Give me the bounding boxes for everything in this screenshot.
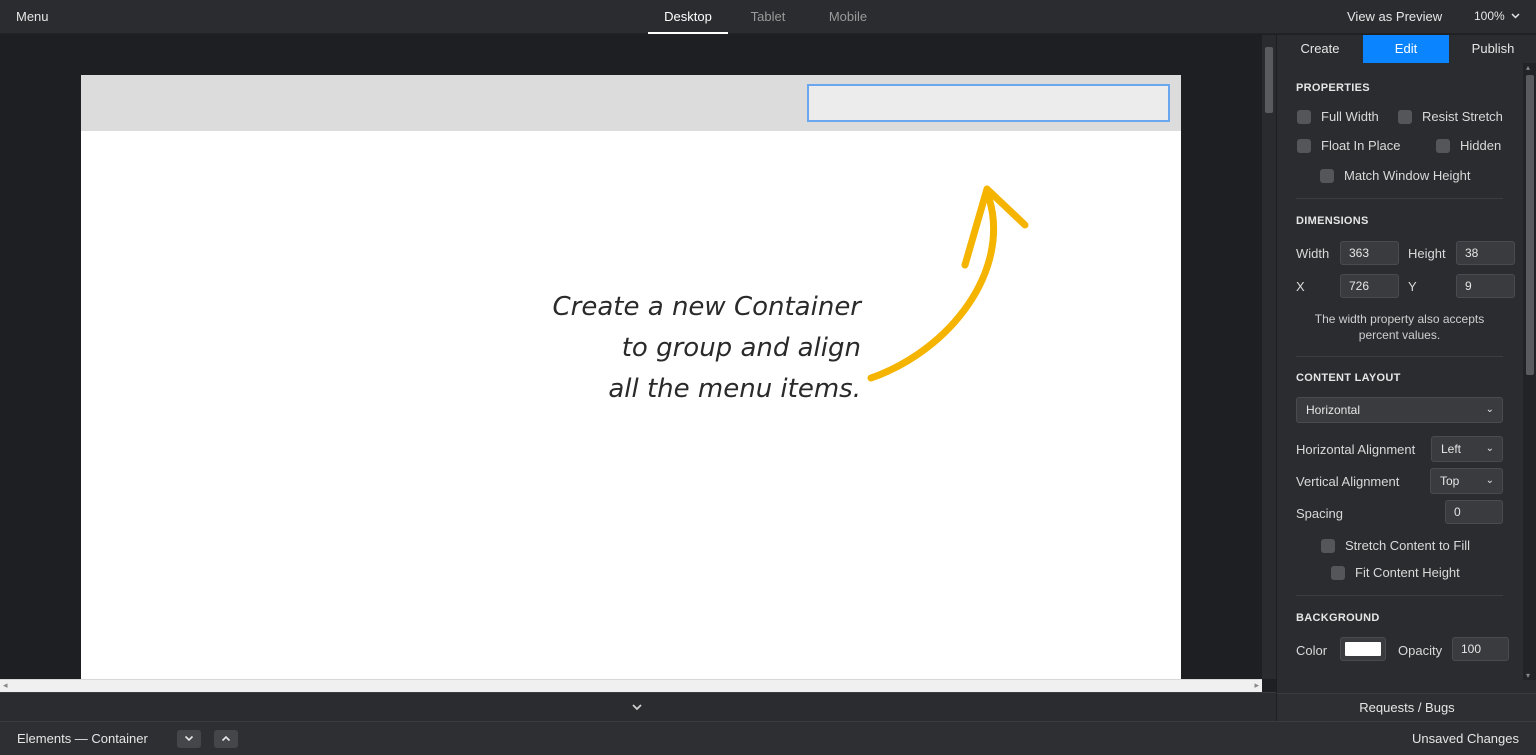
- fit-content-height-label: Fit Content Height: [1355, 565, 1460, 580]
- design-canvas[interactable]: Create a new Container to group and alig…: [0, 35, 1262, 679]
- background-title: BACKGROUND: [1296, 612, 1380, 624]
- horizontal-alignment-select[interactable]: Left ⌄: [1431, 436, 1503, 462]
- opacity-label: Opacity: [1398, 643, 1443, 658]
- chevron-down-icon: [184, 735, 194, 742]
- tab-desktop[interactable]: Desktop: [648, 0, 728, 34]
- vertical-alignment-value: Top: [1440, 474, 1460, 488]
- float-in-place-checkbox[interactable]: Float In Place: [1297, 138, 1401, 153]
- scroll-up-icon[interactable]: ▴: [1526, 63, 1530, 72]
- width-note: The width property also accepts percent …: [1314, 312, 1485, 342]
- arrow-icon: [867, 185, 1029, 382]
- width-label: Width: [1296, 246, 1330, 261]
- width-input[interactable]: 363: [1340, 241, 1399, 265]
- zoom-value: 100%: [1474, 9, 1505, 23]
- select-child-button[interactable]: [177, 730, 201, 748]
- panel-scrollbar[interactable]: ▴ ▾: [1523, 63, 1536, 680]
- chevron-up-icon: [221, 735, 231, 742]
- horizontal-alignment-label: Horizontal Alignment: [1296, 442, 1416, 457]
- stretch-content-label: Stretch Content to Fill: [1345, 538, 1470, 553]
- divider: [1296, 198, 1503, 199]
- x-label: X: [1296, 279, 1305, 294]
- tab-create[interactable]: Create: [1277, 35, 1363, 63]
- page-preview[interactable]: Create a new Container to group and alig…: [81, 75, 1181, 679]
- hidden-checkbox[interactable]: Hidden: [1436, 138, 1501, 153]
- horizontal-alignment-value: Left: [1441, 442, 1462, 456]
- background-color-swatch[interactable]: [1340, 637, 1386, 661]
- stretch-content-checkbox[interactable]: Stretch Content to Fill: [1321, 538, 1470, 553]
- tab-publish[interactable]: Publish: [1449, 35, 1536, 63]
- tab-tablet[interactable]: Tablet: [728, 0, 808, 34]
- requests-bugs-button[interactable]: Requests / Bugs: [1277, 693, 1536, 721]
- content-layout-title: CONTENT LAYOUT: [1296, 372, 1401, 384]
- annotation-text: Create a new Container to group and alig…: [552, 292, 861, 404]
- expand-elements-bar[interactable]: [0, 692, 1276, 721]
- page-header-container[interactable]: [81, 75, 1181, 131]
- resist-stretch-label: Resist Stretch: [1422, 109, 1503, 124]
- canvas-horizontal-scrollbar[interactable]: ◂ ▸: [0, 679, 1262, 692]
- vertical-alignment-label: Vertical Alignment: [1296, 474, 1400, 489]
- match-window-height-checkbox[interactable]: Match Window Height: [1320, 168, 1470, 183]
- hidden-label: Hidden: [1460, 138, 1502, 153]
- resist-stretch-checkbox[interactable]: Resist Stretch: [1398, 109, 1503, 124]
- panel-body: PROPERTIES Full Width Resist Stretch Flo…: [1277, 63, 1523, 693]
- selected-container[interactable]: [807, 84, 1170, 122]
- layout-select[interactable]: Horizontal ⌄: [1296, 397, 1503, 423]
- height-label: Height: [1408, 246, 1446, 261]
- scroll-right-icon[interactable]: ▸: [1254, 680, 1259, 691]
- menu-button[interactable]: Menu: [16, 9, 49, 24]
- vertical-alignment-select[interactable]: Top ⌄: [1430, 468, 1503, 494]
- dimensions-title: DIMENSIONS: [1296, 215, 1369, 227]
- float-in-place-label: Float In Place: [1321, 138, 1401, 153]
- fit-content-height-checkbox[interactable]: Fit Content Height: [1331, 565, 1460, 580]
- divider: [1296, 595, 1503, 596]
- y-label: Y: [1408, 279, 1417, 294]
- chevron-down-icon: [1511, 13, 1520, 19]
- chevron-down-icon: ⌄: [1485, 404, 1494, 415]
- spacing-label: Spacing: [1296, 506, 1343, 521]
- status-bar: Elements — Container Unsaved Changes: [0, 721, 1536, 755]
- properties-title: PROPERTIES: [1296, 82, 1370, 94]
- panel-tabs: Create Edit Publish: [1277, 35, 1536, 63]
- x-input[interactable]: 726: [1340, 274, 1399, 298]
- layout-value: Horizontal: [1306, 403, 1361, 417]
- breadcrumb: Elements — Container: [17, 731, 148, 746]
- unsaved-changes-status[interactable]: Unsaved Changes: [1412, 731, 1519, 746]
- spacing-input[interactable]: 0: [1445, 500, 1503, 524]
- match-window-height-label: Match Window Height: [1344, 168, 1471, 183]
- opacity-input[interactable]: 100: [1452, 637, 1509, 661]
- chevron-down-icon: ⌄: [1485, 443, 1494, 454]
- top-bar: Menu Desktop Tablet Mobile View as Previ…: [0, 0, 1536, 34]
- view-as-preview-button[interactable]: View as Preview: [1347, 9, 1442, 24]
- color-label: Color: [1296, 643, 1328, 658]
- tab-mobile[interactable]: Mobile: [808, 0, 888, 34]
- full-width-label: Full Width: [1321, 109, 1379, 124]
- zoom-select[interactable]: 100%: [1474, 9, 1520, 23]
- height-input[interactable]: 38: [1456, 241, 1515, 265]
- properties-panel: Create Edit Publish PROPERTIES Full Widt…: [1276, 35, 1536, 721]
- chevron-down-icon[interactable]: [631, 703, 643, 713]
- chevron-down-icon: ⌄: [1485, 475, 1494, 486]
- divider: [1296, 356, 1503, 357]
- canvas-vertical-scrollbar[interactable]: [1262, 35, 1276, 679]
- tab-edit[interactable]: Edit: [1363, 35, 1449, 63]
- select-parent-button[interactable]: [214, 730, 238, 748]
- device-tabs: Desktop Tablet Mobile: [648, 0, 888, 34]
- scroll-left-icon[interactable]: ◂: [3, 680, 8, 691]
- y-input[interactable]: 9: [1456, 274, 1515, 298]
- full-width-checkbox[interactable]: Full Width: [1297, 109, 1379, 124]
- scroll-down-icon[interactable]: ▾: [1526, 671, 1530, 680]
